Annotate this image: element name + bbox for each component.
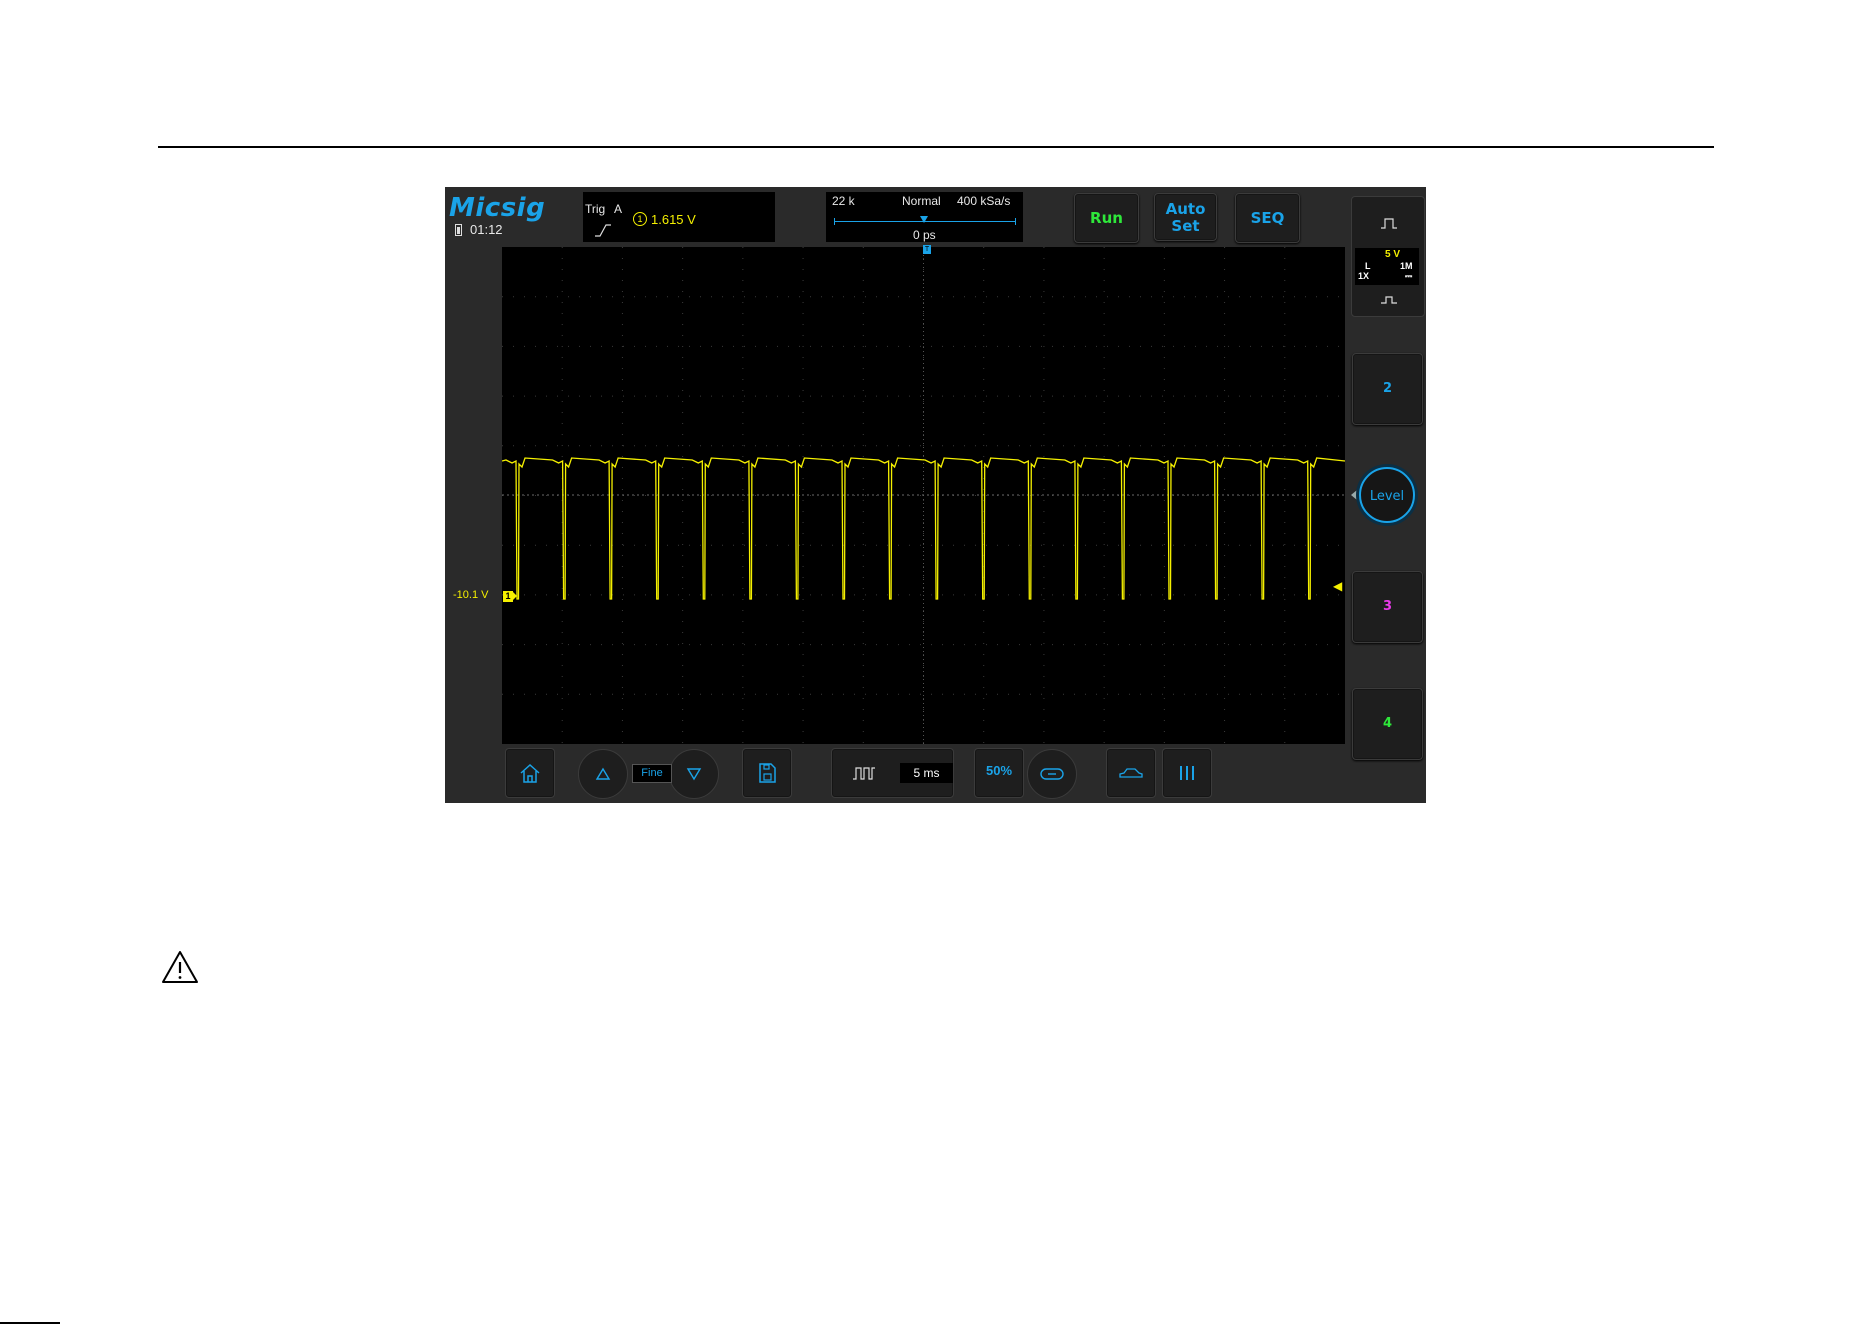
warning-icon bbox=[162, 951, 198, 983]
trigger-info-panel[interactable]: Trig A 1 1.615 V bbox=[583, 192, 775, 242]
memory-position-marker bbox=[920, 216, 928, 223]
ch1-volts-per-div: 5 V bbox=[1385, 249, 1401, 260]
ch1-offset-marker[interactable]: 1 bbox=[503, 591, 517, 602]
ch1-scale-panel[interactable]: 5 V L 1M 1X ⎓ bbox=[1355, 248, 1419, 285]
home-button[interactable] bbox=[505, 748, 555, 798]
waveform-display[interactable] bbox=[502, 247, 1345, 744]
trigger-level-value: 1.615 V bbox=[651, 212, 696, 227]
trigger-channel-badge: 1 bbox=[633, 212, 647, 226]
save-button[interactable] bbox=[742, 748, 792, 798]
triangle-up-icon bbox=[595, 767, 611, 780]
channel-2-button[interactable]: 2 bbox=[1352, 353, 1423, 425]
rising-edge-icon bbox=[595, 224, 611, 237]
run-button[interactable]: Run bbox=[1074, 193, 1139, 243]
seq-button[interactable]: SEQ bbox=[1235, 193, 1300, 243]
horizontal-delay: 0 ps bbox=[913, 228, 936, 242]
trigger-time-marker[interactable]: T bbox=[923, 245, 931, 254]
ch1-offset-label: -10.1 V bbox=[453, 589, 489, 601]
level-pointer-icon bbox=[1351, 490, 1357, 500]
pulse-decrease-icon[interactable] bbox=[1380, 293, 1398, 305]
ch1-bandwidth-label: L bbox=[1365, 261, 1371, 271]
auto-set-label-line1: Auto bbox=[1165, 200, 1206, 218]
clock: 01:12 bbox=[470, 222, 503, 237]
channel-4-button[interactable]: 4 bbox=[1352, 688, 1423, 760]
menu-bars-icon bbox=[1180, 766, 1194, 780]
fifty-percent-button[interactable]: 50% bbox=[974, 748, 1024, 798]
timebase-compress-icon[interactable] bbox=[852, 766, 876, 780]
trigger-level-arrow[interactable]: ◀ bbox=[1333, 579, 1342, 593]
ch1-impedance: 1M bbox=[1400, 261, 1413, 271]
memory-depth: 22 k bbox=[832, 194, 855, 208]
fine-up-button[interactable] bbox=[578, 749, 628, 799]
pulse-increase-icon[interactable] bbox=[1380, 217, 1398, 229]
home-icon bbox=[520, 763, 540, 783]
fifty-percent-label: 50% bbox=[985, 763, 1013, 778]
measure-icon bbox=[1040, 768, 1064, 780]
auto-set-button[interactable]: Auto Set bbox=[1154, 193, 1217, 241]
trigger-level-knob[interactable]: Level bbox=[1359, 467, 1415, 523]
document-top-rule bbox=[158, 146, 1714, 148]
oscilloscope-screenshot: Micsig 01:12 Trig A 1 1.615 V 22 k Norma… bbox=[445, 187, 1426, 803]
brand-logo: Micsig bbox=[449, 193, 546, 223]
dc-coupling-icon: ⎓ bbox=[1405, 271, 1413, 281]
battery-icon bbox=[455, 224, 462, 236]
timebase-value[interactable]: 5 ms bbox=[900, 763, 953, 783]
fine-mode-label[interactable]: Fine bbox=[632, 764, 672, 783]
car-icon bbox=[1119, 768, 1143, 778]
fine-down-button[interactable] bbox=[669, 749, 719, 799]
sample-rate: 400 kSa/s bbox=[957, 194, 1011, 208]
trigger-mode: Normal bbox=[902, 194, 941, 208]
menu-button[interactable] bbox=[1162, 748, 1212, 798]
channel-3-button[interactable]: 3 bbox=[1352, 571, 1423, 643]
trigger-label: Trig bbox=[585, 202, 606, 216]
waveform-grid bbox=[502, 247, 1345, 744]
save-icon bbox=[759, 763, 776, 783]
ch1-control-group[interactable]: 5 V L 1M 1X ⎓ bbox=[1351, 196, 1425, 317]
measure-button[interactable] bbox=[1027, 749, 1077, 799]
acquisition-info-panel[interactable]: 22 k Normal 400 kSa/s 0 ps bbox=[826, 192, 1023, 242]
automotive-button[interactable] bbox=[1106, 748, 1156, 798]
triangle-down-icon bbox=[686, 768, 702, 781]
ch1-probe-ratio: 1X bbox=[1358, 271, 1370, 281]
auto-set-label-line2: Set bbox=[1171, 217, 1200, 235]
trigger-source: A bbox=[614, 202, 623, 216]
